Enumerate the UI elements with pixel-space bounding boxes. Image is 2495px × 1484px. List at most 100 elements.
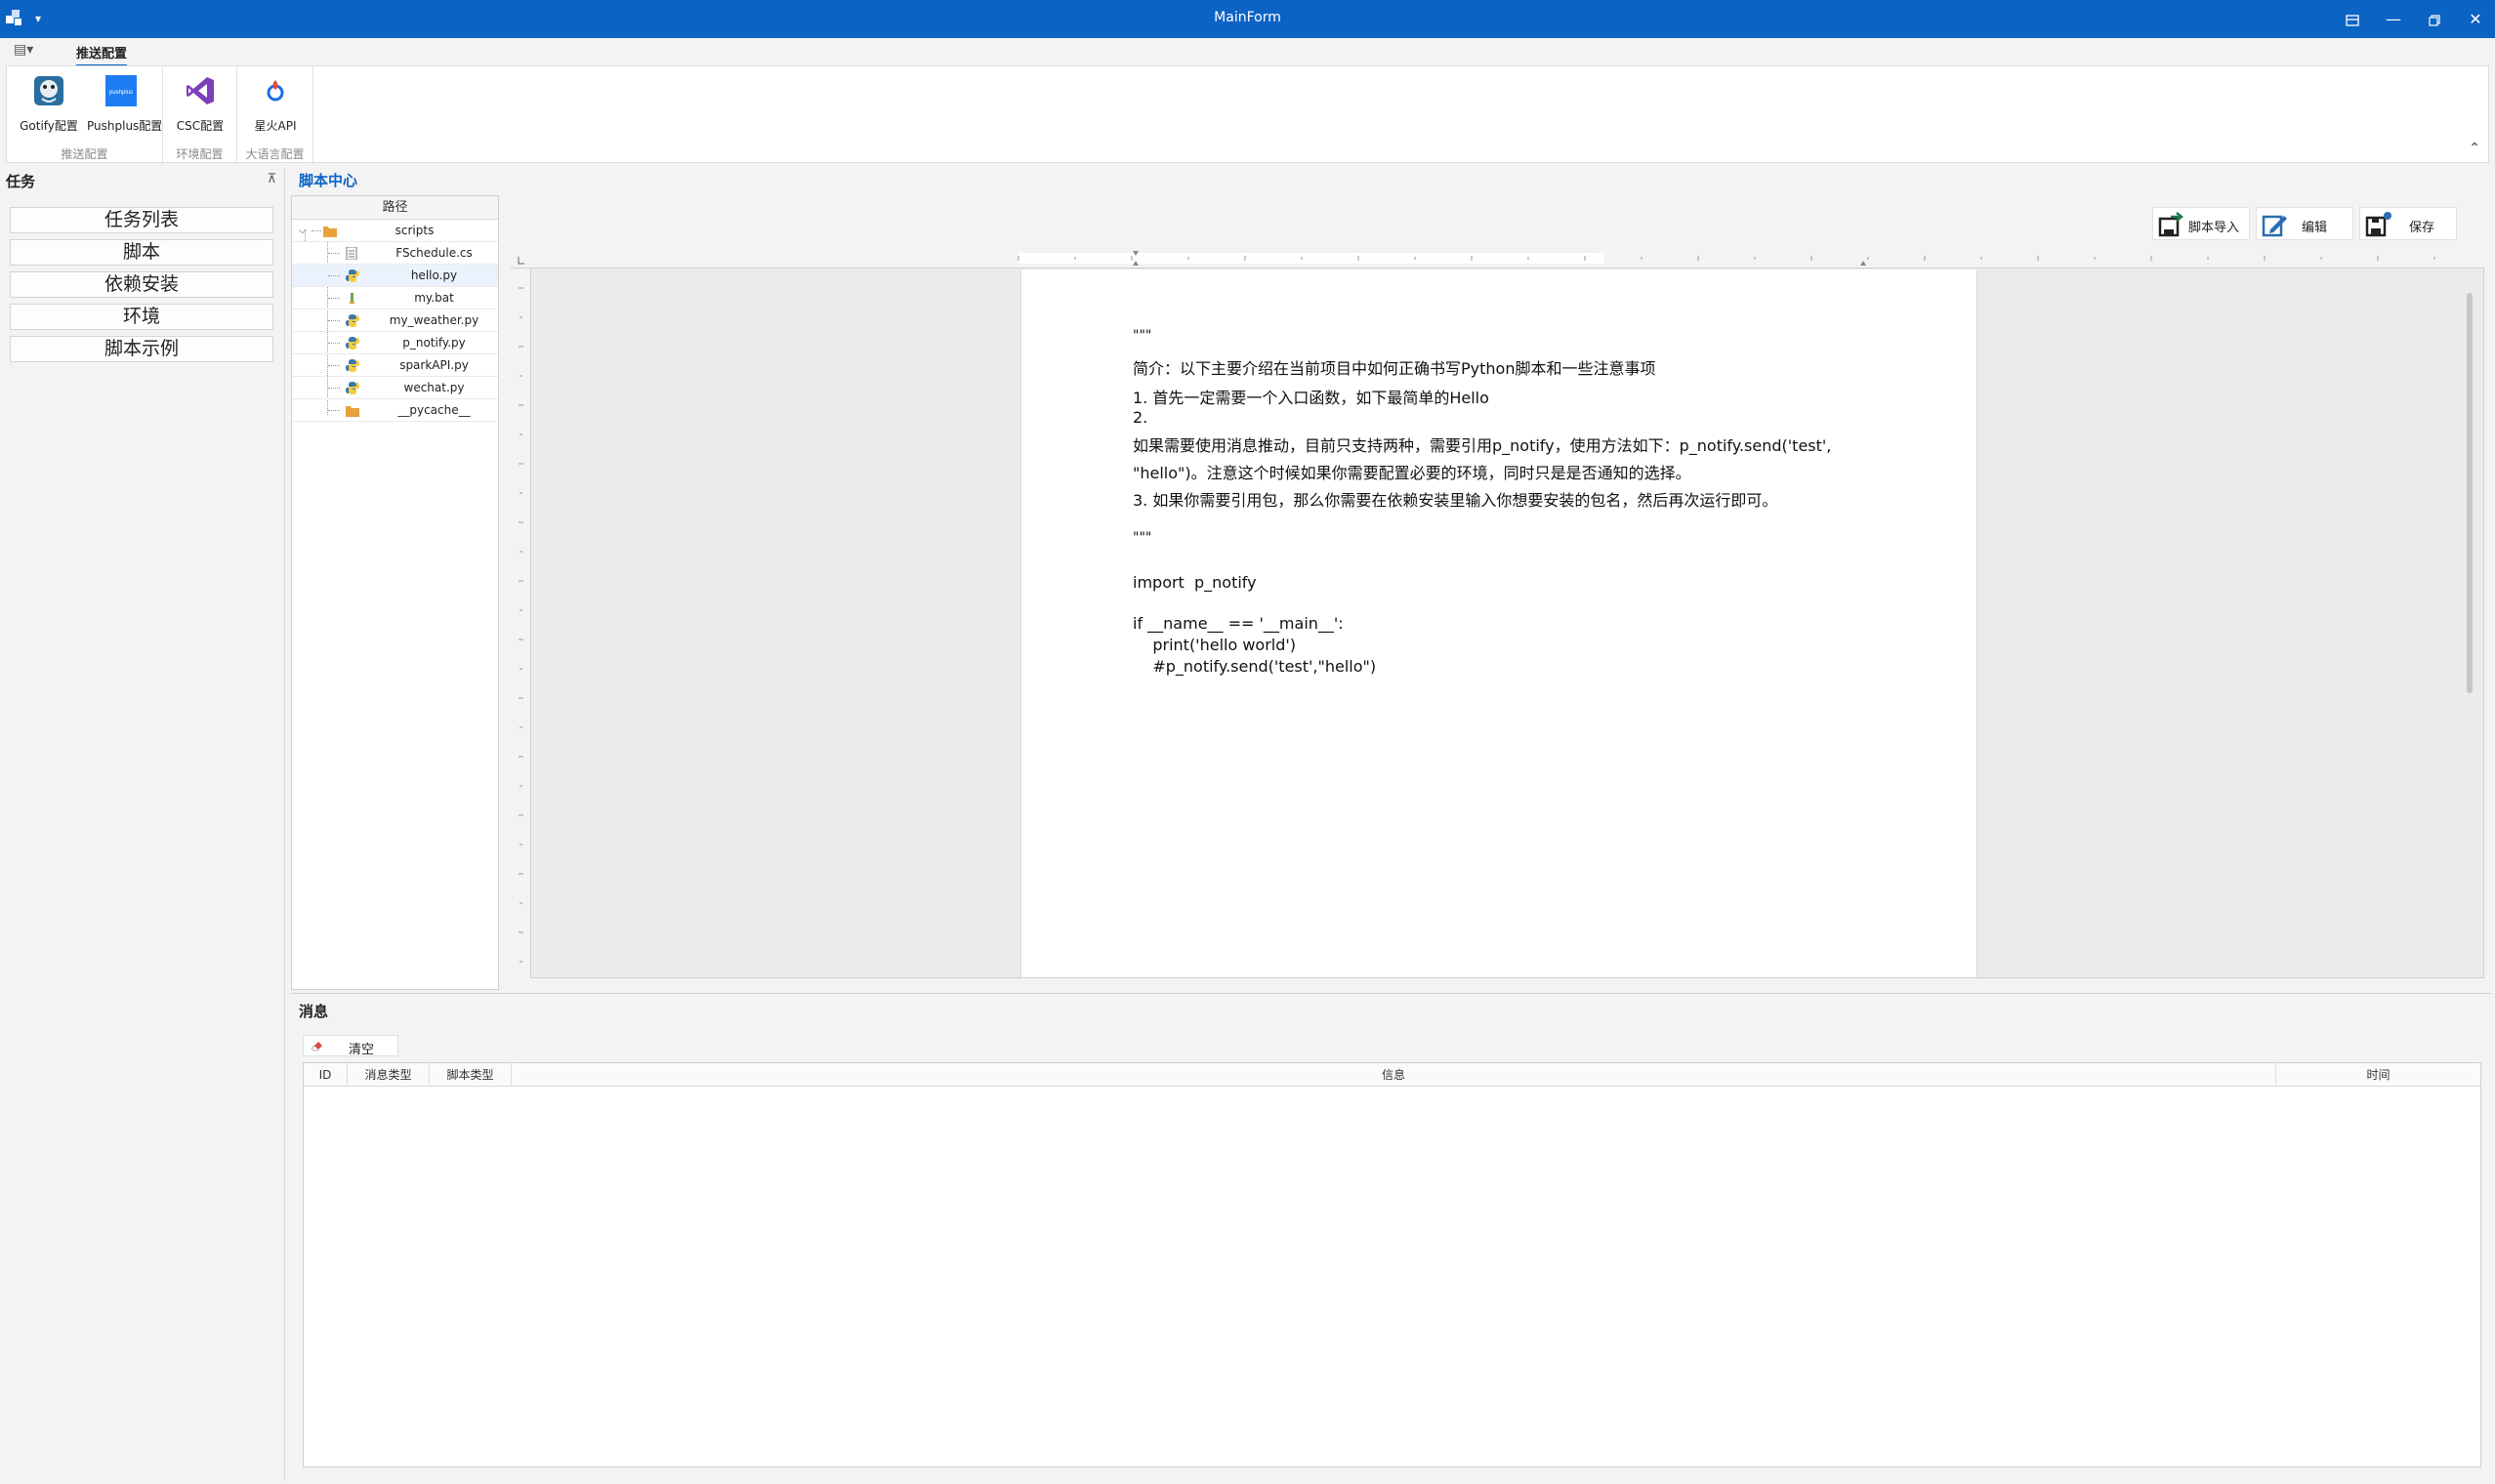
tree-node-label: my_weather.py (389, 313, 479, 327)
column-script-type[interactable]: 脚本类型 (430, 1063, 512, 1087)
python-file-icon (346, 382, 359, 394)
script-center-title: 脚本中心 (299, 172, 358, 189)
tree-row-pycache[interactable]: __pycache__ (292, 399, 498, 422)
close-button[interactable]: ✕ (2455, 0, 2495, 38)
doc-line: 3. 如果你需要引用包，那么你需要在依赖安装里输入你想要安装的包名，然后再次运行… (1133, 491, 1778, 510)
task-panel: 任务 ⊼ 任务列表 脚本 依赖安装 环境 脚本示例 (0, 168, 285, 1481)
tree-row-spark-api[interactable]: sparkAPI.py (292, 354, 498, 377)
document-vertical-scrollbar[interactable] (2467, 293, 2473, 693)
batch-file-icon (350, 293, 354, 304)
message-panel-title: 消息 (299, 1003, 329, 1020)
tree-node-label: sparkAPI.py (399, 358, 469, 372)
python-file-icon (346, 314, 359, 327)
doc-line: 2. (1133, 408, 1148, 427)
tree-row-wechat[interactable]: wechat.py (292, 377, 498, 399)
vertical-ruler[interactable] (511, 268, 531, 978)
spark-api-label: 星火API (254, 119, 297, 133)
import-script-label: 脚本导入 (2187, 221, 2239, 235)
spark-api-button[interactable]: 星火API (241, 74, 310, 133)
restore-layout-button[interactable] (2332, 0, 2373, 38)
ribbon-group-caption: 环境配置 (176, 147, 224, 161)
maximize-button[interactable] (2414, 0, 2455, 38)
tree-node-label: hello.py (410, 268, 458, 282)
tree-node-label: __pycache__ (397, 403, 471, 417)
save-button[interactable]: 保存 (2359, 207, 2457, 240)
csc-config-button[interactable]: CSC配置 (166, 74, 234, 133)
ribbon-group-push: Gotify配置 pushplus Pushplus配置 推送配置 (7, 66, 163, 164)
import-script-button[interactable]: 脚本导入 (2152, 207, 2250, 240)
python-file-icon (346, 269, 359, 282)
collapse-ribbon-icon[interactable]: ⌃ (2469, 141, 2480, 156)
doc-line: """ (1133, 530, 1152, 546)
nav-task-list[interactable]: 任务列表 (10, 207, 273, 233)
tree-row-my-weather[interactable]: my_weather.py (292, 309, 498, 332)
eraser-icon (311, 1042, 322, 1051)
collapse-chevron-icon[interactable]: ⌵ (299, 220, 307, 242)
title-bar: ▾ MainForm — ✕ (0, 0, 2495, 38)
message-panel: 消息 清空 ID 消息类型 脚本类型 信息 时间 (291, 993, 2491, 1481)
gotify-icon (34, 76, 63, 105)
minimize-button[interactable]: — (2373, 0, 2414, 38)
main-form-window: ▾ MainForm — ✕ ▤▾ 推送配置 Gotify配置 pushplus… (0, 0, 2495, 1484)
tree-row-hello[interactable]: hello.py (292, 265, 498, 287)
gotify-config-label: Gotify配置 (20, 119, 78, 133)
document-content[interactable]: """ 简介：以下主要介绍在当前项目中如何正确书写Python脚本和一些注意事项… (1133, 328, 1894, 679)
csharp-file-icon (346, 247, 357, 260)
tree-row-p-notify[interactable]: p_notify.py (292, 332, 498, 354)
gotify-config-button[interactable]: Gotify配置 (15, 74, 83, 133)
folder-icon (346, 406, 359, 417)
doc-line: print('hello world') (1133, 636, 1297, 654)
nav-environment[interactable]: 环境 (10, 304, 273, 330)
edit-label: 编辑 (2301, 221, 2327, 235)
save-label: 保存 (2408, 221, 2434, 235)
tree-row-scripts[interactable]: ⌵ scripts (292, 220, 498, 242)
tree-column-header[interactable]: 路径 (292, 196, 498, 220)
pin-icon[interactable]: ⊼ (267, 172, 276, 186)
ruler-ticks (519, 287, 523, 963)
message-grid-header: ID 消息类型 脚本类型 信息 时间 (304, 1063, 2480, 1087)
nav-script-examples[interactable]: 脚本示例 (10, 336, 273, 362)
doc-line: import p_notify (1133, 573, 1257, 592)
clear-label: 清空 (349, 1043, 375, 1057)
import-icon (2158, 212, 2184, 237)
ribbon-panel: Gotify配置 pushplus Pushplus配置 推送配置 CSC配置 (6, 65, 2489, 164)
column-time[interactable]: 时间 (2276, 1063, 2480, 1087)
doc-line: 如果需要使用消息推动，目前只支持两种，需要引用p_notify，使用方法如下：p… (1133, 436, 1832, 455)
column-id[interactable]: ID (304, 1063, 348, 1087)
pushplus-icon: pushplus (105, 75, 137, 106)
tree-node-label: wechat.py (403, 381, 465, 394)
doc-line: if __name__ == '__main__': (1133, 614, 1344, 633)
nav-scripts[interactable]: 脚本 (10, 239, 273, 266)
doc-line: 1. 首先一定需要一个入口函数，如下最简单的Hello (1133, 389, 1489, 407)
clear-button[interactable]: 清空 (303, 1035, 398, 1057)
message-grid[interactable]: ID 消息类型 脚本类型 信息 时间 (303, 1062, 2481, 1467)
svg-text:pushplus: pushplus (109, 90, 133, 96)
ribbon-group-llm: 星火API 大语言配置 (237, 66, 313, 164)
tree-row-my-bat[interactable]: my.bat (292, 287, 498, 309)
csc-config-label: CSC配置 (176, 119, 225, 133)
doc-line (1133, 557, 1894, 573)
spark-icon (267, 80, 284, 102)
tree-row-fschedule[interactable]: FSchedule.cs (292, 242, 498, 265)
ribbon-group-caption: 大语言配置 (245, 147, 305, 161)
pushplus-config-button[interactable]: pushplus Pushplus配置 (87, 74, 162, 133)
ribbon-group-caption: 推送配置 (61, 147, 108, 161)
horizontal-ruler[interactable] (511, 248, 2484, 268)
ruler-ticks (518, 251, 2435, 266)
doc-line (1133, 598, 1894, 614)
task-panel-title: 任务 (6, 173, 36, 190)
nav-dependency-install[interactable]: 依赖安装 (10, 271, 273, 298)
application-menu-icon[interactable]: ▤▾ (14, 42, 35, 60)
tree-node-label: p_notify.py (402, 336, 466, 350)
tree-node-label: my.bat (414, 291, 454, 305)
restore-icon (2429, 14, 2440, 26)
tab-push-config[interactable]: 推送配置 (76, 43, 128, 66)
tree-node-label: scripts (395, 224, 435, 237)
save-icon (2365, 212, 2391, 237)
python-file-icon (346, 359, 359, 372)
document-page[interactable]: """ 简介：以下主要介绍在当前项目中如何正确书写Python脚本和一些注意事项… (1020, 269, 1977, 977)
column-info[interactable]: 信息 (512, 1063, 2276, 1087)
visual-studio-icon (187, 77, 214, 104)
edit-button[interactable]: 编辑 (2256, 207, 2353, 240)
column-message-type[interactable]: 消息类型 (348, 1063, 430, 1087)
